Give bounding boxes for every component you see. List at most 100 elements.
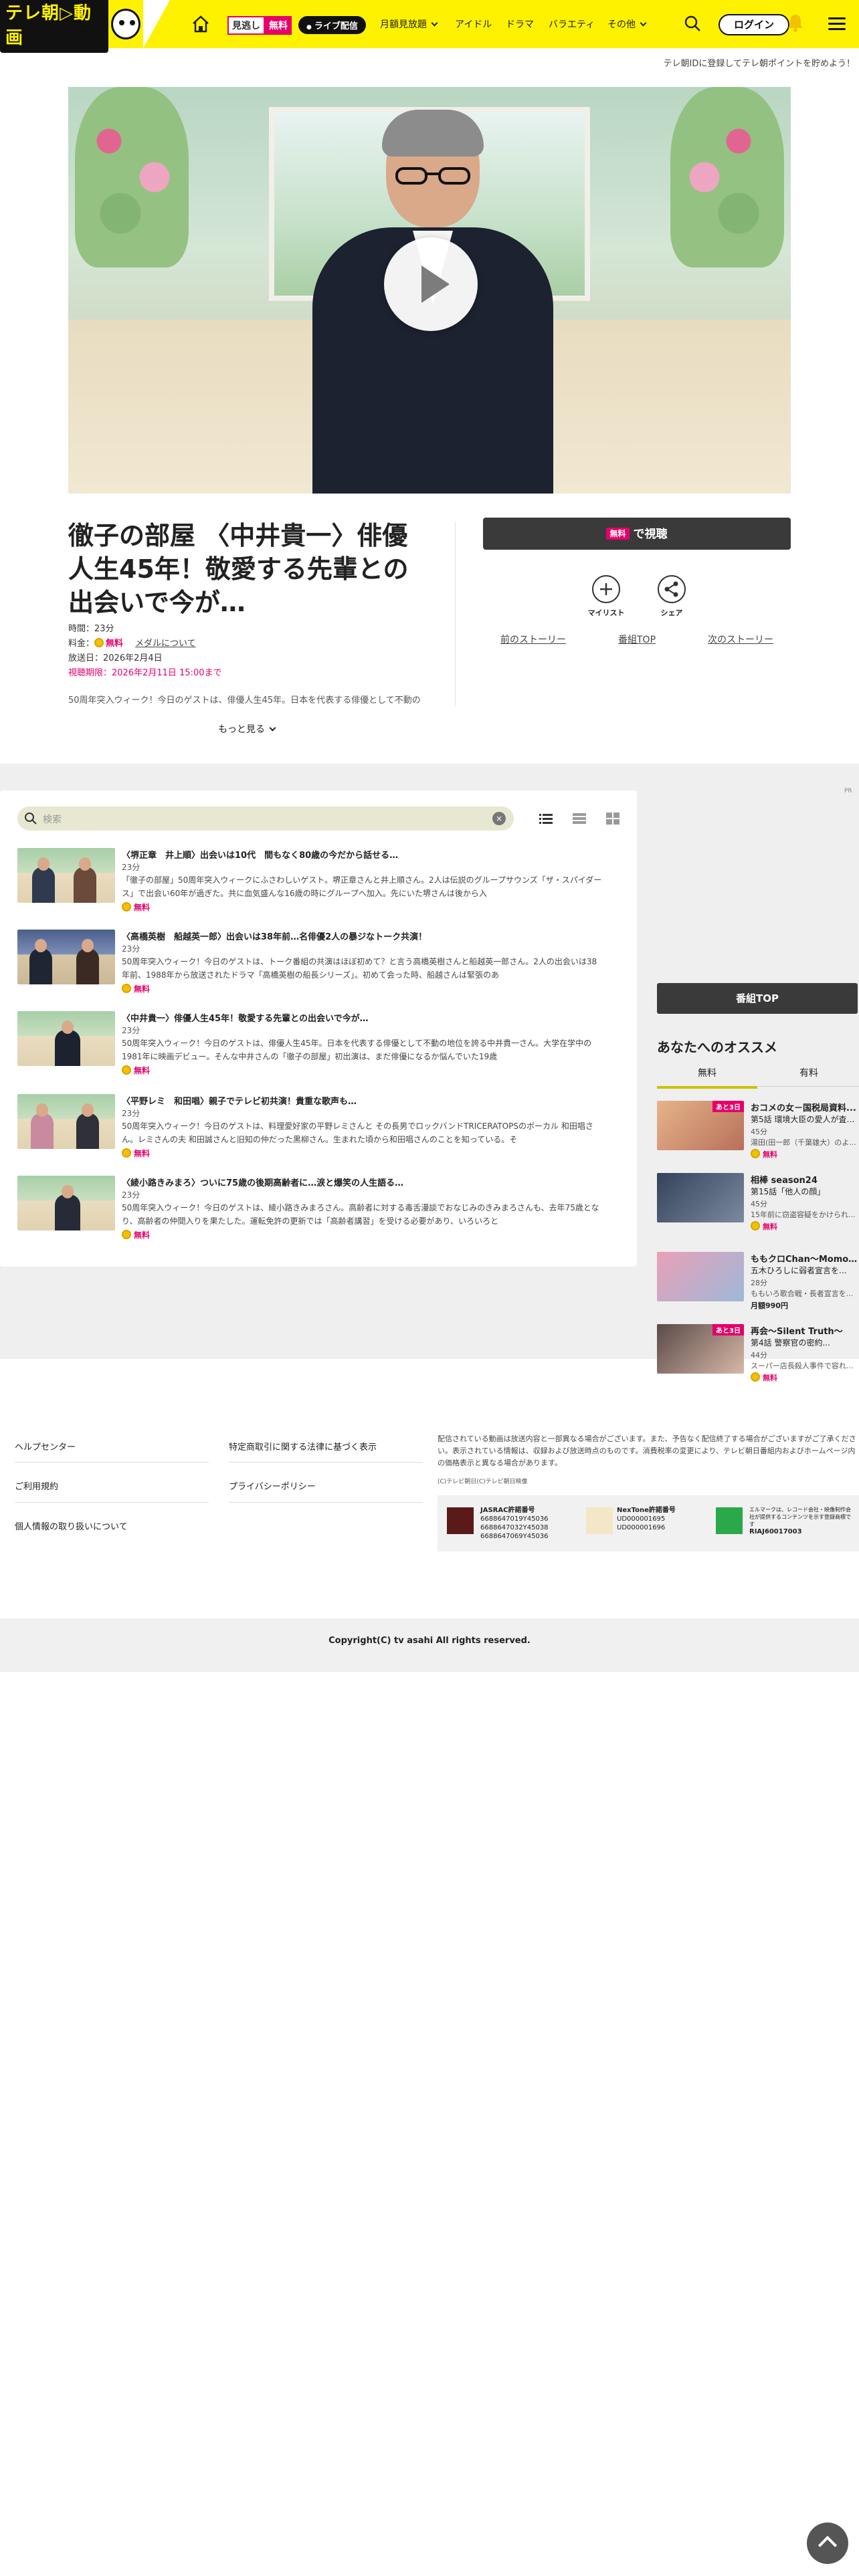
recommend-duration: 45分 xyxy=(751,1128,767,1136)
nav-idol[interactable]: アイドル xyxy=(455,17,492,31)
free-badge: 無料 xyxy=(122,1148,150,1159)
nav-drama[interactable]: ドラマ xyxy=(506,17,534,31)
recommend-subtitle: 第4話 警察官の密約... xyxy=(751,1338,830,1348)
site-logo[interactable]: テレ朝▷動画 xyxy=(0,0,140,53)
footer-privacy-policy-link[interactable]: プライバシーポリシー xyxy=(229,1479,316,1492)
footer-privacy-handling-link[interactable]: 個人情報の取り扱いについて xyxy=(15,1519,128,1532)
coin-icon xyxy=(122,1230,131,1239)
search-icon[interactable] xyxy=(684,15,701,32)
mylist-button[interactable]: マイリスト xyxy=(586,575,626,618)
scroll-to-top-button[interactable] xyxy=(807,2523,848,2564)
prev-story-link[interactable]: 前のストーリー xyxy=(500,633,566,646)
chevron-down-icon xyxy=(269,724,276,732)
episode-meta: 時間：23分 料金： 無料 メダルについて 放送日：2026年2月4日 視聴期限：2… xyxy=(68,622,222,681)
price-label: 無料 xyxy=(751,1372,777,1383)
show-more-button[interactable]: もっと見る xyxy=(218,722,276,736)
free-badge: 無料 xyxy=(606,528,630,540)
price-label: 月額990円 xyxy=(751,1301,788,1310)
coin-icon xyxy=(94,638,104,647)
divider xyxy=(455,522,456,706)
coin-icon xyxy=(122,984,131,993)
episode-duration: 23分 xyxy=(122,863,140,872)
episode-thumbnail xyxy=(17,848,115,903)
login-button[interactable]: ログイン xyxy=(719,14,789,35)
footer-terms-link[interactable]: ご利用規約 xyxy=(15,1479,58,1492)
episode-item[interactable]: 〈高橋英樹 船越英一郎〉出会いは38年前…名俳優2人の暴ジなトーク共演！ 23分… xyxy=(17,930,619,996)
free-badge: 無料 xyxy=(122,1065,150,1076)
chevron-down-icon xyxy=(431,19,438,27)
mylist-label: マイリスト xyxy=(587,609,625,617)
program-top-button[interactable]: 番組TOP xyxy=(657,983,858,1014)
episode-title: 〈堺正章 井上順〉出会いは10代 間もなく80歳の今だから話せる… xyxy=(122,851,399,861)
live-button[interactable]: ライブ配信 xyxy=(298,16,366,34)
ad-label: PR xyxy=(844,788,852,794)
air-date: 放送日：2026年2月4日 xyxy=(68,653,163,663)
footer-help-link[interactable]: ヘルプセンター xyxy=(15,1440,76,1453)
free-badge: 無料 xyxy=(122,901,150,913)
episode-title: 〈中井貴一〉俳優人生45年！敬愛する先輩との出会いで今が… xyxy=(122,1014,369,1024)
divider xyxy=(229,1502,423,1503)
hamburger-menu-icon[interactable] xyxy=(828,17,846,31)
watch-button[interactable]: 無料 で視聴 xyxy=(483,518,791,550)
share-button[interactable]: シェア xyxy=(652,575,692,618)
logo-text: テレ朝▷動画 xyxy=(0,0,109,53)
recommend-item[interactable]: あと3日 再会～Silent Truth～ 第4話 警察官の密約... 44分 … xyxy=(657,1324,859,1386)
list-view-icon[interactable] xyxy=(538,811,554,827)
nextone-logo-icon xyxy=(586,1507,613,1534)
tab-paid[interactable]: 有料 xyxy=(759,1066,859,1087)
recommend-item[interactable]: 相棒 season24 第15話「他人の顔」 45分 15年前に窃盗容疑をかけら… xyxy=(657,1173,859,1235)
share-icon xyxy=(664,581,678,597)
nav-monthly[interactable]: 月額見放題 xyxy=(380,17,438,31)
episode-item[interactable]: 〈綾小路きみまろ〉ついに75歳の後期高齢者に…涙と爆笑の人生語る… 23分 50… xyxy=(17,1176,619,1243)
episode-title: 〈平野レミ 和田唱〉親子でテレビ初共演！貴重な歌声も… xyxy=(122,1097,357,1107)
flower-arrangement xyxy=(670,87,784,267)
site-header: テレ朝▷動画 見逃し 無料 ライブ配信 月額見放題 アイドル ドラマ バラエティ… xyxy=(0,0,859,53)
recommend-duration: 44分 xyxy=(751,1351,767,1360)
episode-duration: 23分 xyxy=(122,1190,140,1200)
episode-item[interactable]: 〈堺正章 井上順〉出会いは10代 間もなく80歳の今だから話せる… 23分 「徹… xyxy=(17,848,619,915)
home-icon[interactable] xyxy=(191,15,210,33)
coin-icon xyxy=(751,1149,760,1158)
footer-commercial-law-link[interactable]: 特定商取引に関する法律に基づく表示 xyxy=(229,1440,377,1453)
plus-icon xyxy=(600,583,612,595)
recommend-title: 相棒 season24 xyxy=(751,1176,818,1186)
jasrac-logo-icon xyxy=(447,1507,474,1534)
bell-icon[interactable] xyxy=(785,12,805,33)
play-button[interactable] xyxy=(384,237,478,331)
nav-other[interactable]: その他 xyxy=(607,17,647,31)
coin-icon xyxy=(122,1065,131,1075)
recommend-thumbnail xyxy=(657,1173,744,1222)
riaj-license: エルマークは、レコード会社・映像制作会社が提供するコンテンツを示す登録商標です … xyxy=(749,1507,851,1535)
detail-view-icon[interactable] xyxy=(571,811,587,827)
video-player[interactable] xyxy=(68,87,791,494)
coin-icon xyxy=(751,1372,760,1382)
catchup-free-badge[interactable]: 見逃し 無料 xyxy=(227,16,292,35)
recommend-thumbnail xyxy=(657,1252,744,1301)
episode-search-input[interactable] xyxy=(17,807,514,831)
episode-item[interactable]: 〈平野レミ 和田唱〉親子でテレビ初共演！貴重な歌声も… 23分 50周年突入ウィ… xyxy=(17,1094,619,1161)
recommend-title: 再会～Silent Truth～ xyxy=(751,1327,843,1337)
mascot-icon xyxy=(111,9,140,39)
tab-free[interactable]: 無料 xyxy=(657,1066,757,1089)
medal-info-link[interactable]: メダルについて xyxy=(135,639,196,649)
recommend-description: スーパー店長殺人事件で容れ... xyxy=(751,1362,854,1370)
free-label: 無料 xyxy=(265,16,292,35)
recommend-subtitle: 五木ひろしに弱者宣言を... xyxy=(751,1266,847,1275)
recommend-title: ももクロChan～Momo... xyxy=(751,1255,858,1265)
divider xyxy=(15,1462,209,1463)
episode-item[interactable]: 〈中井貴一〉俳優人生45年！敬愛する先輩との出会いで今が… 23分 50周年突入… xyxy=(17,1011,619,1078)
point-promo-text[interactable]: テレ朝IDに登録してテレ朝ポイントを貯めよう！ xyxy=(664,56,855,69)
nav-variety[interactable]: バラエティ xyxy=(549,17,595,31)
price-label: 無料 xyxy=(751,1149,777,1160)
episode-thumbnail xyxy=(17,930,115,984)
episode-description: 50周年突入ウィーク！今日のゲストは、トーク番組の共演はほぼ初めて？と言う高橋英… xyxy=(122,957,597,980)
program-top-link[interactable]: 番組TOP xyxy=(618,633,656,646)
coin-icon xyxy=(122,1148,131,1158)
grid-view-icon[interactable] xyxy=(605,811,621,827)
recommend-thumbnail: あと3日 xyxy=(657,1324,744,1374)
next-story-link[interactable]: 次のストーリー xyxy=(708,633,773,646)
recommend-item[interactable]: ももクロChan～Momo... 五木ひろしに弱者宣言を... 28分 ももいろ… xyxy=(657,1252,859,1313)
clear-icon[interactable]: × xyxy=(492,812,506,825)
duration: 時間：23分 xyxy=(68,624,114,634)
recommend-item[interactable]: あと3日 おコメの女－国税局資料... 第5話 環境大臣の愛人が査察... 45… xyxy=(657,1101,859,1162)
